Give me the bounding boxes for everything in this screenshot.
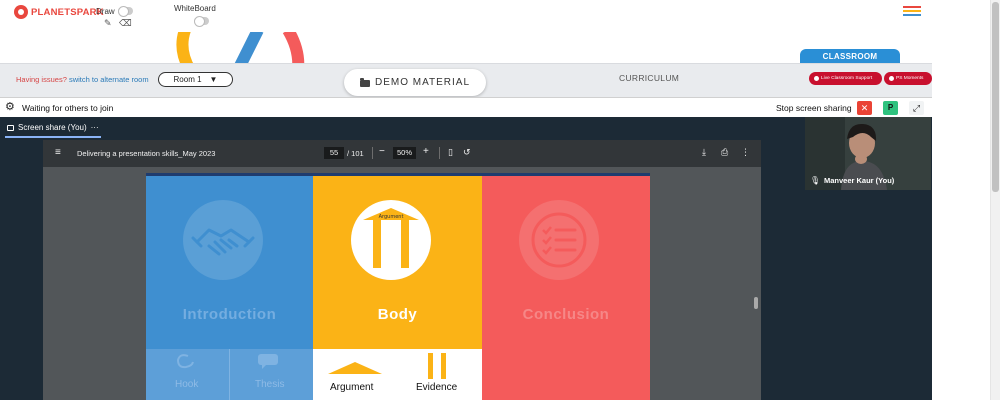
- demo-material-button[interactable]: DEMO MATERIAL: [344, 69, 486, 96]
- microphone-icon: 🎙: [810, 176, 821, 185]
- argument-roof-icon: [328, 362, 382, 374]
- evidence-pillars-icon: [428, 353, 446, 379]
- argument-evidence-icon: Argument: [363, 208, 419, 268]
- chevron-down-icon: ▼: [209, 75, 218, 84]
- scroll-thumb[interactable]: [992, 2, 999, 192]
- logo-text: PLANETSPARK: [31, 6, 104, 18]
- zoom-input[interactable]: 50%: [393, 147, 416, 159]
- intro-title: Introduction: [182, 306, 277, 323]
- hook-icon: [176, 354, 194, 369]
- app-root: PLANETSPARK Draw ✎ ⌫ WhiteBoard CLASSROO…: [0, 0, 1000, 400]
- more-icon[interactable]: ⋮: [741, 147, 750, 158]
- pdf-scroll-thumb[interactable]: [754, 297, 758, 309]
- participant-name: Manveer Kaur (You): [824, 176, 895, 185]
- zoom-out-icon[interactable]: −: [379, 146, 385, 157]
- pdf-viewer: ≡ Delivering a presentation skills_May 2…: [43, 140, 761, 400]
- live-support-button[interactable]: Live Classroom Support: [809, 72, 882, 85]
- conclusion-title: Conclusion: [522, 306, 610, 323]
- pencil-icon[interactable]: ✎: [104, 18, 112, 29]
- download-icon[interactable]: ⤓: [702, 147, 706, 158]
- argument-label: Argument: [330, 382, 374, 393]
- handshake-icon: [191, 228, 255, 256]
- pdf-title: Delivering a presentation skills_May 202…: [77, 149, 216, 158]
- menu-icon[interactable]: ≡: [55, 147, 61, 158]
- hamburger-icon[interactable]: [903, 6, 921, 16]
- page-total: / 101: [347, 149, 364, 158]
- whiteboard-toggle[interactable]: [194, 16, 209, 27]
- gear-icon[interactable]: ⚙: [5, 101, 15, 113]
- issues-text: Having issues?: [16, 75, 67, 84]
- demo-material-label: DEMO MATERIAL: [374, 77, 471, 88]
- evidence-label: Evidence: [416, 382, 458, 393]
- meeting-area: Screen share (You) ··· ≡ Delivering a pr…: [0, 117, 932, 400]
- body-sub-row: Argument Evidence: [313, 349, 482, 400]
- room-select[interactable]: Room 1 ▼: [158, 72, 233, 87]
- checklist-icon: [531, 212, 587, 268]
- draw-label: Draw: [96, 7, 115, 16]
- classroom-toolbar: Having issues? switch to alternate room …: [0, 63, 932, 97]
- thesis-label: Thesis: [255, 379, 285, 390]
- intro-column: Introduction Hook Thesis: [146, 176, 313, 400]
- body-title: Body: [377, 306, 418, 323]
- close-icon[interactable]: ✕: [857, 101, 872, 115]
- top-bar: PLANETSPARK Draw ✎ ⌫ WhiteBoard: [0, 0, 990, 32]
- p-button[interactable]: P: [883, 101, 898, 115]
- print-icon[interactable]: ⎙: [721, 147, 728, 158]
- screen-share-label: Screen share (You): [18, 123, 87, 132]
- intro-circle: [183, 200, 263, 280]
- alternate-room-link[interactable]: switch to alternate room: [69, 75, 149, 84]
- page-input[interactable]: 55: [324, 147, 344, 159]
- speech-bubble-icon: [258, 354, 278, 369]
- stop-sharing-label: Stop screen sharing: [776, 103, 852, 113]
- conclusion-column: Conclusion: [482, 176, 650, 400]
- screen-share-tab[interactable]: Screen share (You) ···: [7, 123, 99, 132]
- expand-icon[interactable]: ⤢: [909, 101, 924, 115]
- curriculum-tab[interactable]: CURRICULUM: [619, 73, 679, 83]
- waiting-text: Waiting for others to join: [22, 103, 114, 113]
- logo-icon: [14, 5, 28, 19]
- rotate-icon[interactable]: ↺: [463, 147, 471, 158]
- arrow-label: Argument: [379, 214, 404, 220]
- ps-moments-button[interactable]: PS Moments: [884, 72, 932, 85]
- monitor-icon: [7, 124, 14, 131]
- issues-notice: Having issues? switch to alternate room: [16, 75, 149, 84]
- page-scrollbar[interactable]: [990, 0, 1000, 400]
- draw-toggle[interactable]: [118, 6, 133, 17]
- toolbar-divider: [372, 147, 373, 159]
- ps-moments-label: PS Moments: [896, 76, 924, 81]
- moments-icon: [889, 76, 894, 81]
- sub-divider: [229, 349, 230, 400]
- meeting-header: ⚙ Waiting for others to join Stop screen…: [0, 97, 932, 117]
- more-options-icon[interactable]: ···: [91, 123, 99, 132]
- planetspark-logo: PLANETSPARK: [14, 5, 104, 19]
- body-circle: Argument: [351, 200, 431, 280]
- hook-label: Hook: [175, 379, 199, 390]
- eraser-icon[interactable]: ⌫: [119, 18, 132, 29]
- zoom-in-icon[interactable]: +: [423, 146, 429, 157]
- toolbar-divider: [439, 147, 440, 159]
- slide-page: Introduction Hook Thesis Argument Body A…: [146, 173, 650, 400]
- intro-sub-row: Hook Thesis: [146, 349, 313, 400]
- tab-underline: [5, 136, 101, 138]
- conclusion-circle: [519, 200, 599, 280]
- pdf-toolbar: ≡ Delivering a presentation skills_May 2…: [43, 140, 761, 167]
- body-column: Argument Body Argument Evidence: [313, 176, 482, 400]
- whiteboard-label: WhiteBoard: [174, 4, 216, 13]
- folder-icon: [359, 78, 370, 87]
- support-icon: [814, 76, 819, 81]
- fit-page-icon[interactable]: ▯: [448, 147, 453, 158]
- live-support-label: Live Classroom Support: [821, 76, 873, 81]
- room-value: Room 1: [173, 75, 202, 84]
